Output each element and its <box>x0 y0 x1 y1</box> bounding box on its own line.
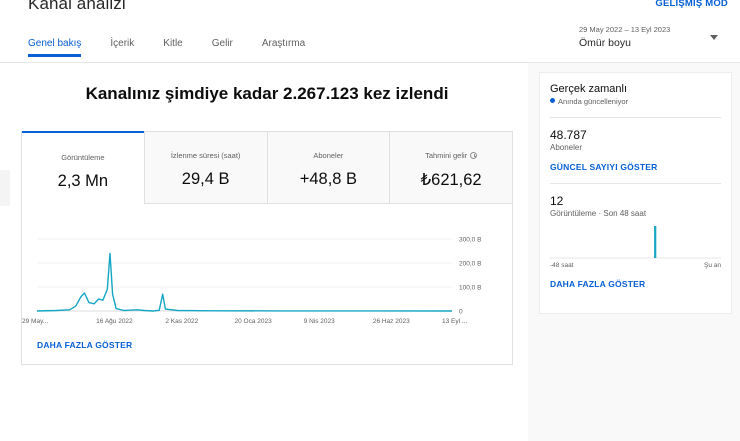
analytics-tabs: Genel bakış İçerik Kitle Gelir Araştırma <box>28 38 334 57</box>
advanced-mode-button[interactable]: GELİŞMİŞ MOD <box>655 0 728 9</box>
show-more-realtime-link[interactable]: DAHA FAZLA GÖSTER <box>550 279 721 289</box>
realtime-subscribers-value: 48.787 <box>550 128 587 142</box>
metrics-card: Görüntüleme 2,3 Mn İzlenme süresi (saat)… <box>21 131 513 365</box>
metric-label: Görüntüleme <box>61 153 105 162</box>
axis-label-end: Şu an <box>704 262 721 269</box>
axis-label-start: -48 saat <box>550 262 574 269</box>
x-tick-label: 13 Eyl ... <box>442 318 467 325</box>
page-title: Kanal analizi <box>28 0 126 13</box>
realtime-axis: -48 saat Şu an <box>550 262 721 269</box>
metric-label: Tahmini gelir <box>425 151 468 160</box>
date-range-text: 29 May 2022 – 13 Eyl 2023 <box>579 25 671 34</box>
y-tick-label: 100,0 B <box>459 285 481 292</box>
metric-value: ₺621,62 <box>420 171 482 189</box>
x-tick-label: 29 May... <box>22 318 48 325</box>
metric-tab-watch-time[interactable]: İzlenme süresi (saat) 29,4 B <box>143 132 267 204</box>
total-views-heading: Kanalınız şimdiye kadar 2.267.123 kez iz… <box>85 84 449 103</box>
realtime-views-svg <box>550 226 721 259</box>
show-live-count-link[interactable]: GÜNCEL SAYIYI GÖSTER <box>550 162 721 172</box>
metric-tabs: Görüntüleme 2,3 Mn İzlenme süresi (saat)… <box>22 131 512 204</box>
tab-revenue[interactable]: Gelir <box>212 38 233 57</box>
live-dot-icon <box>550 98 555 103</box>
divider <box>550 117 721 118</box>
metric-value: 2,3 Mn <box>57 172 109 190</box>
date-range-picker[interactable]: 29 May 2022 – 13 Eyl 2023 Ömür boyu <box>579 25 721 53</box>
realtime-views-chart <box>550 222 721 260</box>
left-panel-edge <box>0 170 10 206</box>
metric-value: 29,4 B <box>181 170 230 188</box>
realtime-subtitle-text: Anında güncelleniyor <box>558 97 629 106</box>
x-tick-label: 26 Haz 2023 <box>373 318 410 325</box>
tab-research[interactable]: Araştırma <box>262 38 305 57</box>
realtime-views-label: Görüntüleme · Son 48 saat <box>550 209 647 218</box>
y-tick-label: 300,0 B <box>459 237 481 244</box>
x-tick-label: 9 Nis 2023 <box>304 318 335 325</box>
views-series-line <box>36 252 453 312</box>
realtime-card: Gerçek zamanlı Anında güncelleniyor 48.7… <box>539 72 732 314</box>
realtime-views-value: 12 <box>550 194 564 208</box>
metric-tab-revenue[interactable]: Tahmini gelir ₺621,62 <box>389 132 512 204</box>
show-more-link[interactable]: DAHA FAZLA GÖSTER <box>37 340 132 350</box>
metric-value: +48,8 B <box>299 170 358 188</box>
views-chart: 300,0 B 200,0 B 100,0 B 0 29 May... 16 Ağu 20… <box>22 204 512 329</box>
realtime-title: Gerçek zamanlı <box>550 83 628 95</box>
metric-label: İzlenme süresi (saat) <box>170 151 241 160</box>
realtime-subtitle: Anında güncelleniyor <box>550 97 721 106</box>
y-tick-label: 200,0 B <box>459 261 481 268</box>
x-tick-label: 20 Oca 2023 <box>235 318 273 325</box>
realtime-subscribers-label: Aboneler <box>550 143 583 152</box>
chevron-down-icon <box>710 35 718 40</box>
date-range-value: Ömür boyu <box>579 37 631 49</box>
realtime-bar <box>654 226 657 258</box>
metric-label: Aboneler <box>313 151 344 160</box>
dollar-info-icon[interactable] <box>470 152 478 159</box>
metric-tab-subscribers[interactable]: Aboneler +48,8 B <box>266 132 390 204</box>
channel-analytics-page: Kanal analizi GELİŞMİŞ MOD Genel bakış İ… <box>0 0 740 441</box>
y-tick-label: 0 <box>459 309 463 316</box>
tab-audience[interactable]: Kitle <box>163 38 182 57</box>
x-tick-label: 2 Kas 2022 <box>165 318 198 325</box>
views-chart-svg: 300,0 B 200,0 B 100,0 B 0 29 May... 16 Ağu 20… <box>22 237 481 326</box>
divider <box>550 183 721 184</box>
x-tick-label: 16 Ağu 2022 <box>96 318 133 325</box>
tab-content[interactable]: İçerik <box>110 38 134 57</box>
tab-overview[interactable]: Genel bakış <box>28 38 82 57</box>
metric-tab-views[interactable]: Görüntüleme 2,3 Mn <box>22 131 144 204</box>
